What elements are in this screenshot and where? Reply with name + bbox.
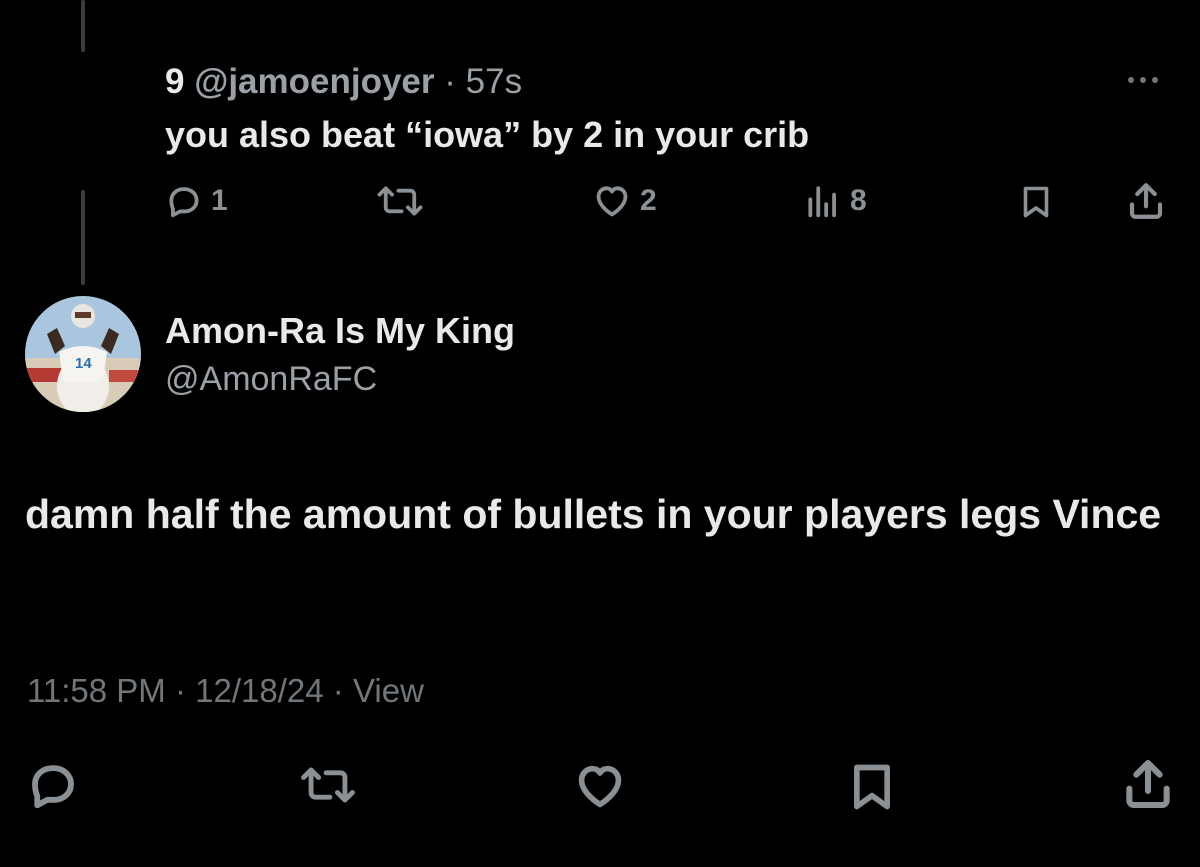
reply-time[interactable]: 57s	[466, 62, 522, 101]
svg-text:14: 14	[75, 355, 92, 372]
views-icon	[808, 186, 836, 218]
avatar-image: 14	[25, 296, 141, 412]
reply-icon	[169, 187, 199, 218]
share-icon	[1126, 759, 1170, 809]
repost-icon	[377, 186, 423, 216]
more-icon[interactable]	[1128, 70, 1172, 90]
thread-line-top	[81, 0, 85, 52]
post-like-button[interactable]	[572, 760, 628, 812]
avatar[interactable]: 14	[25, 296, 141, 412]
post-time[interactable]: 11:58 PM	[27, 672, 166, 709]
post-bookmark-button[interactable]	[846, 758, 898, 816]
bookmark-icon	[1023, 186, 1049, 218]
bookmark-icon	[854, 764, 890, 810]
post-share-button[interactable]	[1120, 756, 1176, 812]
thread-line-middle	[81, 190, 85, 285]
post-date[interactable]: 12/18/24	[195, 672, 323, 709]
bookmark-button[interactable]	[1018, 182, 1054, 222]
view-link[interactable]: View	[353, 672, 424, 709]
post-timestamp: 11:58 PM · 12/18/24 · View	[27, 672, 424, 710]
share-button[interactable]	[1125, 180, 1167, 222]
repost-icon	[301, 767, 355, 803]
post-reply-button[interactable]	[25, 758, 81, 812]
share-icon	[1129, 183, 1163, 219]
reply-button[interactable]: 1	[165, 182, 228, 220]
reply-handle[interactable]: @jamoenjoyer	[194, 62, 434, 101]
post-text: damn half the amount of bullets in your …	[25, 491, 1162, 537]
repost-button[interactable]	[372, 182, 428, 220]
reply-icon	[32, 765, 74, 809]
reply-number: 9	[165, 62, 185, 101]
reply-separator: ·	[444, 62, 456, 101]
timestamp-separator-1: ·	[174, 672, 186, 709]
heart-icon	[596, 186, 628, 217]
like-count: 2	[640, 184, 657, 217]
heart-icon	[578, 765, 622, 808]
timestamp-separator-2: ·	[332, 672, 344, 709]
author-name[interactable]: Amon-Ra Is My King	[165, 310, 515, 352]
views-count: 8	[850, 184, 867, 217]
like-button[interactable]: 2	[592, 182, 657, 220]
post-repost-button[interactable]	[296, 760, 360, 810]
reply-header: 9 @jamoenjoyer · 57s	[165, 62, 522, 102]
reply-text: you also beat “iowa” by 2 in your crib	[165, 114, 810, 155]
reply-count: 1	[211, 184, 228, 217]
views-button[interactable]: 8	[804, 182, 867, 220]
author-handle[interactable]: @AmonRaFC	[165, 360, 377, 399]
